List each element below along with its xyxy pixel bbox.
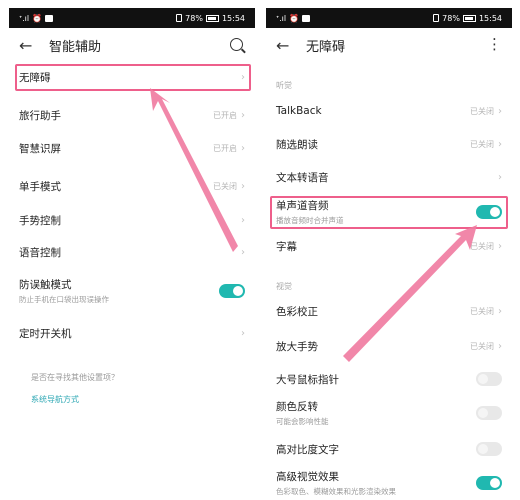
item-label: 字幕 [276, 240, 297, 253]
item-status: 已开启 [213, 110, 237, 120]
status-bar: ᐩ.ıl ⏰ 78% 15:54 [266, 8, 512, 28]
item-status: 已关闭 [470, 341, 494, 351]
battery-percent: 78% [185, 13, 203, 23]
search-icon[interactable] [230, 38, 243, 51]
section-header-hearing: 听觉 [276, 81, 292, 90]
battery-icon [205, 14, 219, 22]
item-label: 智慧识屏 [19, 142, 61, 155]
item-subtitle: 色彩取色、模糊效果和光影渲染效果 [276, 487, 396, 496]
notification-icon [302, 14, 311, 22]
toggle-knob [478, 444, 488, 454]
settings-item-scheduled-power[interactable]: 定时开关机 › [9, 322, 255, 344]
settings-item-color-correction[interactable]: 色彩校正 已关闭 › [266, 300, 512, 322]
settings-item-gesture-control[interactable]: 手势控制 › [9, 209, 255, 231]
chevron-right-icon: › [241, 246, 245, 258]
chevron-right-icon: › [498, 240, 502, 252]
toggle-knob [478, 374, 488, 384]
settings-item-one-hand-mode[interactable]: 单手模式 已关闭 › [9, 175, 255, 197]
app-bar: ← 无障碍 ⋮ [266, 28, 512, 62]
vibrate-icon [433, 14, 440, 22]
chevron-right-icon: › [498, 171, 502, 183]
settings-item-captions[interactable]: 字幕 已关闭 › [266, 235, 512, 257]
settings-item-high-contrast-text: 高对比度文字 [266, 438, 512, 460]
settings-item-text-to-speech[interactable]: 文本转语音 › [266, 166, 512, 188]
back-arrow-icon[interactable]: ← [276, 36, 298, 55]
item-status: 已开启 [213, 143, 237, 153]
settings-item-advanced-visual-effects: 高级视觉效果 色彩取色、模糊效果和光影渲染效果 [266, 468, 512, 498]
settings-item-anti-mistouch: 防误触模式 防止手机在口袋出现误操作 [9, 276, 255, 306]
settings-item-talkback[interactable]: TalkBack 已关闭 › [266, 100, 512, 122]
settings-item-color-inversion: 颜色反转 可能会影响性能 [266, 398, 512, 428]
app-bar: ← 智能辅助 [9, 28, 255, 62]
item-label: 高对比度文字 [276, 443, 339, 456]
item-label: 旅行助手 [19, 109, 61, 122]
notification-icon [45, 14, 54, 22]
chevron-right-icon: › [498, 340, 502, 352]
item-label: 高级视觉效果 [276, 471, 339, 483]
alarm-icon: ⏰ [289, 13, 300, 23]
settings-item-smart-screen[interactable]: 智慧识屏 已开启 › [9, 137, 255, 159]
battery-percent: 78% [442, 13, 460, 23]
chevron-right-icon: › [498, 105, 502, 117]
item-status: 已关闭 [470, 241, 494, 251]
item-label: 颜色反转 [276, 401, 318, 413]
item-label: 手势控制 [19, 214, 61, 227]
page-title: 智能辅助 [49, 39, 102, 55]
settings-item-travel-assistant[interactable]: 旅行助手 已开启 › [9, 104, 255, 126]
item-status: 已关闭 [470, 306, 494, 316]
more-vert-icon[interactable]: ⋮ [487, 35, 502, 53]
high-contrast-text-toggle[interactable] [476, 442, 502, 456]
status-bar: ᐩ.ıl ⏰ 78% 15:54 [9, 8, 255, 28]
item-label: 放大手势 [276, 340, 318, 353]
item-label: 色彩校正 [276, 305, 318, 318]
anti-mistouch-toggle[interactable] [219, 284, 245, 298]
chevron-right-icon: › [498, 305, 502, 317]
vibrate-icon [176, 14, 183, 22]
chevron-right-icon: › [241, 142, 245, 154]
highlight-box [15, 64, 251, 91]
battery-icon [462, 14, 476, 22]
signal-icon: ᐩ.ıl [276, 13, 287, 23]
toggle-knob [233, 286, 243, 296]
clock: 15:54 [478, 13, 502, 23]
chevron-right-icon: › [498, 138, 502, 150]
chevron-right-icon: › [241, 109, 245, 121]
page-title: 无障碍 [306, 39, 346, 55]
item-label: TalkBack [276, 105, 322, 117]
large-mouse-pointer-toggle[interactable] [476, 372, 502, 386]
item-label: 防误触模式 [19, 279, 72, 291]
item-subtitle: 防止手机在口袋出现误操作 [19, 295, 109, 304]
item-label: 文本转语音 [276, 171, 329, 184]
highlight-box [270, 196, 508, 229]
item-label: 单手模式 [19, 180, 61, 193]
item-status: 已关闭 [470, 106, 494, 116]
other-settings-prompt: 是否在寻找其他设置项？ [31, 373, 119, 382]
chevron-right-icon: › [241, 327, 245, 339]
item-label: 大号鼠标指针 [276, 373, 339, 386]
item-status: 已关闭 [213, 181, 237, 191]
alarm-icon: ⏰ [32, 13, 43, 23]
toggle-knob [478, 408, 488, 418]
settings-item-large-mouse-pointer: 大号鼠标指针 [266, 368, 512, 390]
chevron-right-icon: › [241, 180, 245, 192]
section-header-vision: 视觉 [276, 282, 292, 291]
item-status: 已关闭 [470, 139, 494, 149]
clock: 15:54 [221, 13, 245, 23]
right-phone-screen: ᐩ.ıl ⏰ 78% 15:54 ← 无障碍 ⋮ 听觉 TalkBack 已关闭… [266, 8, 512, 500]
color-inversion-toggle[interactable] [476, 406, 502, 420]
item-label: 定时开关机 [19, 327, 72, 340]
back-arrow-icon[interactable]: ← [19, 36, 41, 55]
item-subtitle: 可能会影响性能 [276, 417, 329, 426]
advanced-visual-effects-toggle[interactable] [476, 476, 502, 490]
toggle-knob [490, 478, 500, 488]
settings-item-select-to-speak[interactable]: 随选朗读 已关闭 › [266, 133, 512, 155]
item-label: 随选朗读 [276, 138, 318, 151]
system-navigation-link[interactable]: 系统导航方式 [31, 394, 79, 405]
settings-item-magnification-gesture[interactable]: 放大手势 已关闭 › [266, 335, 512, 357]
item-label: 语音控制 [19, 246, 61, 259]
left-phone-screen: ᐩ.ıl ⏰ 78% 15:54 ← 智能辅助 无障碍 › 旅行助手 已开启 › … [9, 8, 255, 500]
settings-item-voice-control[interactable]: 语音控制 › [9, 241, 255, 263]
signal-icon: ᐩ.ıl [19, 13, 30, 23]
chevron-right-icon: › [241, 214, 245, 226]
